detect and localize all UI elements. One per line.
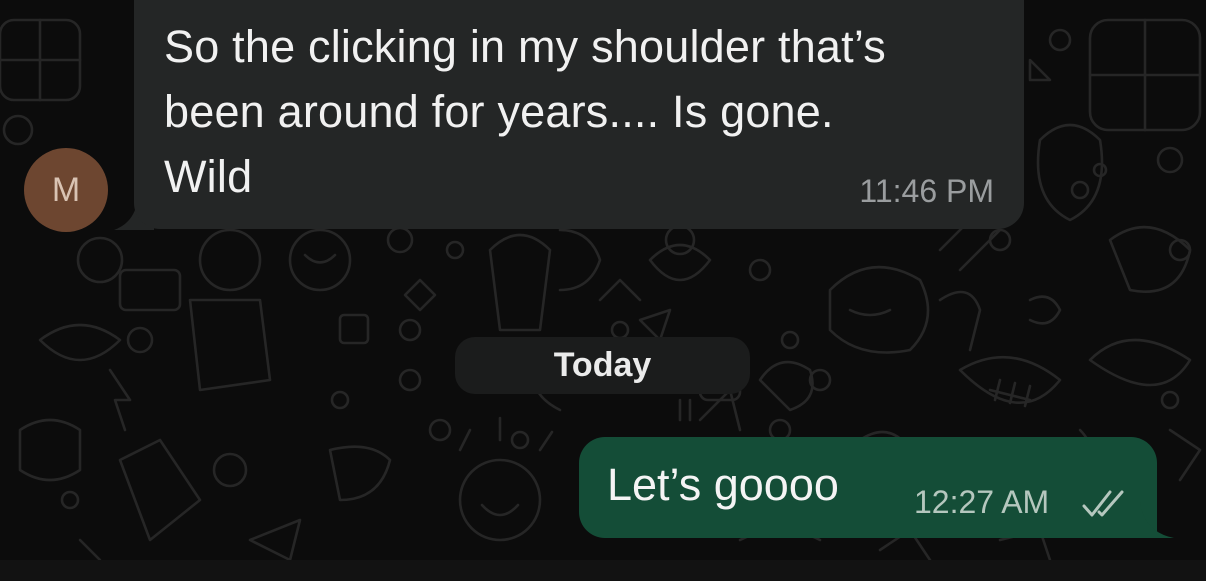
date-divider: Today <box>455 337 750 394</box>
avatar-initial: M <box>51 170 81 209</box>
contact-avatar[interactable]: M <box>24 148 108 232</box>
chat-view: M So the clicking in my shoulder that’s … <box>0 0 1206 581</box>
bottom-edge <box>0 560 1206 581</box>
outgoing-message-time: 12:27 AM <box>914 484 1050 520</box>
incoming-message-time: 11:46 PM <box>859 173 994 209</box>
outgoing-message-text: Let’s goooo <box>607 459 839 510</box>
incoming-message-line: So the clicking in my shoulder that’s <box>164 21 886 72</box>
outgoing-bubble-tail <box>1140 502 1174 538</box>
incoming-message-line: been around for years.... Is gone. <box>164 86 834 137</box>
double-check-read-icon <box>1082 490 1124 517</box>
